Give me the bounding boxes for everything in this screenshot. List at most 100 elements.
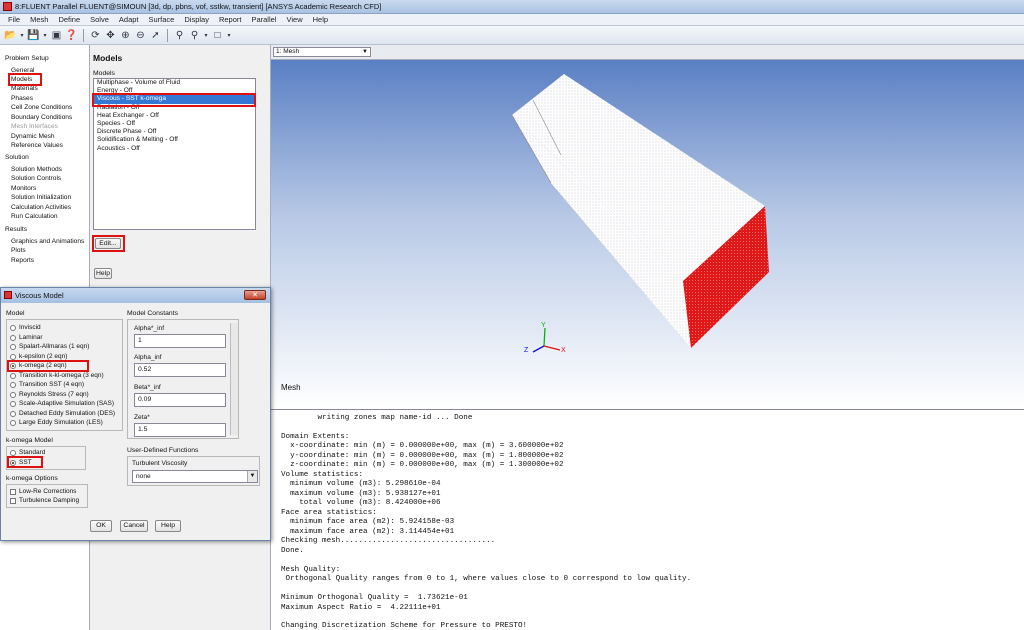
list-item[interactable]: Radiation - Off — [94, 104, 255, 112]
constants-scrollbar[interactable] — [230, 323, 238, 435]
radio-button[interactable] — [10, 420, 16, 426]
nav-mesh-interfaces[interactable]: Mesh Interfaces — [11, 123, 58, 131]
menu-help[interactable]: Help — [308, 15, 333, 24]
list-item[interactable]: Energy - Off — [94, 87, 255, 95]
checkbox[interactable] — [10, 498, 16, 504]
radio-des[interactable]: Detached Eddy Simulation (DES) — [10, 410, 115, 418]
menu-define[interactable]: Define — [53, 15, 85, 24]
radio-reynolds-stress[interactable]: Reynolds Stress (7 eqn) — [10, 391, 89, 399]
open-folder-icon[interactable]: 📂 — [4, 29, 17, 42]
dropdown-arrow-icon[interactable]: ▾ — [203, 29, 209, 42]
nav-phases[interactable]: Phases — [11, 95, 33, 103]
menu-mesh[interactable]: Mesh — [25, 15, 53, 24]
nav-models[interactable]: Models — [11, 76, 32, 84]
dropdown-arrow-icon[interactable]: ▾ — [42, 29, 48, 42]
checkbox-turbulence-damping[interactable]: Turbulence Damping — [10, 497, 79, 505]
menu-parallel[interactable]: Parallel — [246, 15, 281, 24]
nav-solution-initialization[interactable]: Solution Initialization — [11, 194, 71, 202]
radio-button-selected[interactable] — [10, 460, 16, 466]
ok-button[interactable]: OK — [90, 520, 112, 532]
dropdown-arrow-icon[interactable]: ▾ — [226, 29, 232, 42]
radio-button[interactable] — [10, 372, 16, 379]
checkbox[interactable] — [10, 489, 16, 495]
zoom-out-icon[interactable]: ⊖ — [134, 29, 147, 42]
list-item[interactable]: Discrete Phase - Off — [94, 128, 255, 136]
nav-solution-methods[interactable]: Solution Methods — [11, 166, 62, 174]
list-item[interactable]: Solidification & Melting - Off — [94, 136, 255, 144]
help-button[interactable]: Help — [94, 268, 112, 279]
menu-file[interactable]: File — [3, 15, 25, 24]
nav-plots[interactable]: Plots — [11, 247, 26, 255]
list-item[interactable]: Species - Off — [94, 120, 255, 128]
help-icon[interactable]: ❓ — [65, 29, 78, 42]
console-pane[interactable]: writing zones map name-id ... Done Domai… — [271, 409, 1024, 630]
list-item[interactable]: Multiphase - Volume of Fluid — [94, 79, 255, 87]
radio-k-omega[interactable]: k-omega (2 eqn) — [10, 362, 67, 370]
radio-button[interactable] — [10, 334, 16, 341]
pan-icon[interactable]: ✥ — [104, 29, 117, 42]
radio-sas[interactable]: Scale-Adaptive Simulation (SAS) — [10, 400, 114, 408]
nav-cell-zone-conditions[interactable]: Cell Zone Conditions — [11, 104, 72, 112]
close-icon[interactable]: ✕ — [244, 290, 266, 300]
edit-button[interactable]: Edit... — [95, 238, 121, 249]
list-item[interactable]: Acoustics - Off — [94, 145, 255, 153]
turbulent-viscosity-select[interactable]: none ▼ — [132, 470, 258, 483]
zeta-star-input[interactable]: 1.5 — [134, 423, 226, 437]
list-item-selected[interactable]: Viscous - SST k-omega — [94, 95, 255, 104]
beta-star-inf-input[interactable]: 0.09 — [134, 393, 226, 407]
layout-icon[interactable]: □ — [211, 29, 224, 42]
radio-button[interactable] — [10, 450, 16, 456]
menu-solve[interactable]: Solve — [85, 15, 114, 24]
nav-general[interactable]: General — [11, 67, 34, 75]
nav-dynamic-mesh[interactable]: Dynamic Mesh — [11, 133, 55, 141]
radio-inviscid[interactable]: Inviscid — [10, 324, 41, 332]
nav-reports[interactable]: Reports — [11, 257, 34, 265]
nav-reference-values[interactable]: Reference Values — [11, 142, 63, 150]
alpha-inf-input[interactable]: 0.52 — [134, 363, 226, 377]
radio-laminar[interactable]: Laminar — [10, 334, 42, 342]
rotate-icon[interactable]: ⟳ — [89, 29, 102, 42]
nav-run-calculation[interactable]: Run Calculation — [11, 213, 58, 221]
radio-les[interactable]: Large Eddy Simulation (LES) — [10, 419, 103, 427]
zoom-fit-icon[interactable]: ⚲ — [173, 29, 186, 42]
radio-k-epsilon[interactable]: k-epsilon (2 eqn) — [10, 353, 67, 361]
graphics-viewport[interactable]: X Y Z Mesh — [271, 60, 1024, 409]
menu-view[interactable]: View — [281, 15, 307, 24]
radio-button[interactable] — [10, 344, 16, 350]
nav-monitors[interactable]: Monitors — [11, 185, 36, 193]
help-button[interactable]: Help — [155, 520, 181, 532]
radio-sst[interactable]: SST — [10, 459, 32, 467]
save-icon[interactable]: 💾 — [27, 29, 40, 42]
nav-boundary-conditions[interactable]: Boundary Conditions — [11, 114, 72, 122]
radio-button[interactable] — [10, 401, 16, 407]
dialog-title-bar[interactable]: Viscous Model ✕ — [1, 288, 270, 303]
radio-spalart-allmaras[interactable]: Spalart-Allmaras (1 eqn) — [10, 343, 89, 351]
zoom-in-icon[interactable]: ⊕ — [119, 29, 132, 42]
radio-transition-kkl-omega[interactable]: Transition k-kl-omega (3 eqn) — [10, 372, 104, 380]
radio-button[interactable] — [10, 391, 16, 398]
cancel-button[interactable]: Cancel — [120, 520, 148, 532]
dropdown-arrow-icon[interactable]: ▾ — [19, 29, 25, 42]
menu-display[interactable]: Display — [179, 15, 214, 24]
radio-button[interactable] — [10, 410, 16, 417]
screenshot-icon[interactable]: ▣ — [50, 29, 63, 42]
nav-materials[interactable]: Materials — [11, 85, 38, 93]
menu-adapt[interactable]: Adapt — [114, 15, 144, 24]
alpha-star-inf-input[interactable]: 1 — [134, 334, 226, 348]
menu-surface[interactable]: Surface — [144, 15, 180, 24]
checkbox-low-re-corrections[interactable]: Low-Re Corrections — [10, 488, 76, 496]
list-item[interactable]: Heat Exchanger - Off — [94, 112, 255, 120]
radio-button[interactable] — [10, 382, 16, 388]
menu-report[interactable]: Report — [214, 15, 247, 24]
models-list[interactable]: Multiphase - Volume of Fluid Energy - Of… — [93, 78, 256, 230]
radio-transition-sst[interactable]: Transition SST (4 eqn) — [10, 381, 84, 389]
radio-standard[interactable]: Standard — [10, 449, 45, 457]
nav-graphics-and-animations[interactable]: Graphics and Animations — [11, 238, 84, 246]
view-select[interactable]: 1: Mesh ▼ — [273, 47, 371, 57]
radio-button[interactable] — [10, 353, 16, 360]
radio-button-selected[interactable] — [10, 363, 16, 369]
nav-solution-controls[interactable]: Solution Controls — [11, 175, 61, 183]
zoom-box-icon[interactable]: ⚲ — [188, 29, 201, 42]
radio-button[interactable] — [10, 325, 16, 331]
nav-calculation-activities[interactable]: Calculation Activities — [11, 204, 71, 212]
